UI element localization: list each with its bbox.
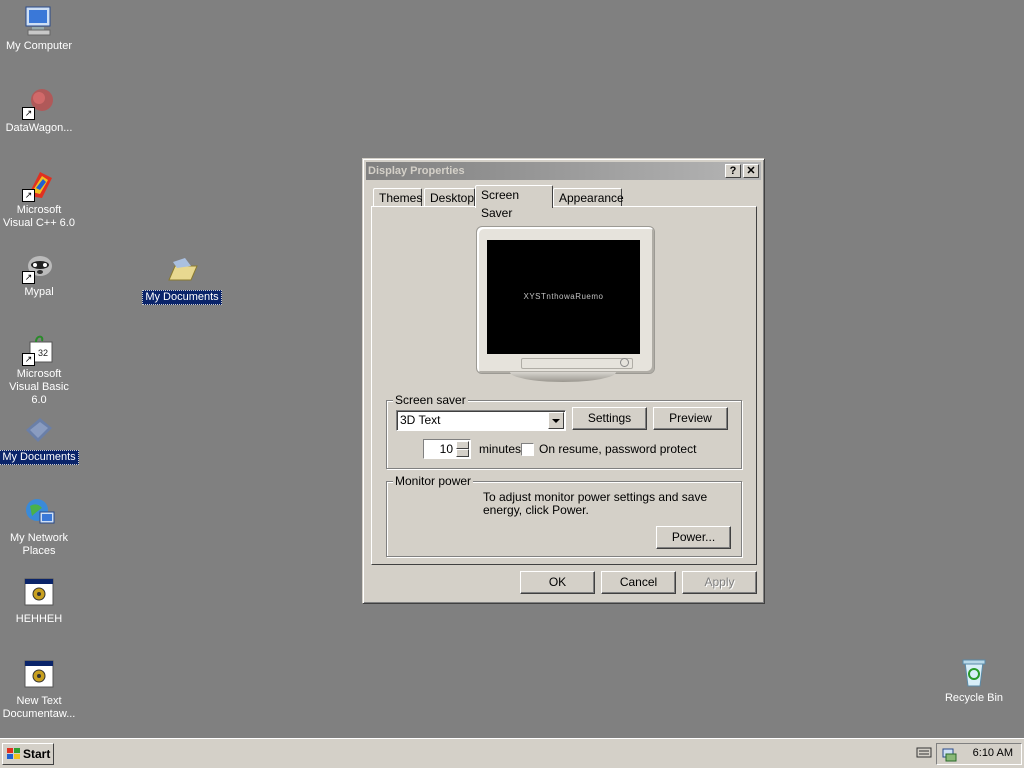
computer-icon [22, 4, 56, 38]
taskbar: Start 6:10 AM [0, 738, 1024, 768]
tab-themes[interactable]: Themes [373, 188, 422, 207]
spin-up-icon[interactable] [456, 441, 469, 449]
preview-button[interactable]: Preview [653, 407, 728, 430]
desktop-icon-label: HEHHEH [15, 613, 63, 625]
svg-text:32: 32 [38, 348, 48, 358]
wait-minutes-stepper[interactable]: 10 [423, 439, 471, 459]
screen-saver-select[interactable]: 3D Text [396, 410, 566, 431]
network-icon [22, 496, 56, 530]
settings-button[interactable]: Settings [572, 407, 647, 430]
minutes-label: minutes [479, 442, 522, 456]
tab-screen-saver[interactable]: Screen Saver [475, 185, 553, 220]
monitor-power-text: To adjust monitor power settings and sav… [483, 490, 708, 517]
shortcut-arrow-icon: ↗ [22, 107, 35, 120]
cancel-button[interactable]: Cancel [601, 571, 676, 594]
desktop-icon-my-computer[interactable]: My Computer [0, 4, 79, 53]
system-tray: 6:10 AM [936, 743, 1022, 765]
keyboard-icon[interactable] [916, 746, 932, 758]
desktop-icon-my-documents[interactable]: My Documents [0, 414, 79, 465]
desktop-icon-label: Mypal [24, 286, 54, 298]
monitor-power-group-label: Monitor power [393, 474, 474, 488]
window-title: Display Properties [368, 165, 465, 177]
desktop-icon-my-network-places[interactable]: My Network Places [0, 496, 79, 558]
text-document-icon [22, 659, 56, 693]
help-button[interactable]: ? [725, 164, 741, 178]
desktop-icon-label: My Documents [142, 290, 222, 305]
shortcut-arrow-icon: ↗ [22, 189, 35, 202]
clock[interactable]: 6:10 AM [973, 747, 1013, 759]
desktop-icon-label: DataWagon... [5, 122, 73, 134]
network-tray-icon[interactable] [941, 746, 957, 762]
documents-icon [22, 414, 56, 448]
start-label: Start [23, 747, 51, 761]
shortcut-arrow-icon: ↗ [22, 353, 35, 366]
dropdown-arrow-icon[interactable] [548, 412, 564, 429]
desktop-icon-mypal[interactable]: ↗ Mypal [0, 250, 79, 299]
apply-button[interactable]: Apply [682, 571, 757, 594]
screen-saver-value: 3D Text [400, 413, 441, 427]
shortcut-arrow-icon: ↗ [22, 271, 35, 284]
desktop-icon-label: My Computer [5, 40, 73, 52]
windows-logo-icon [7, 748, 20, 759]
mypal-icon: ↗ [22, 250, 56, 284]
desktop-icon-visual-cpp[interactable]: ↗ Microsoft Visual C++ 6.0 [0, 168, 79, 230]
desktop-icon-visual-basic[interactable]: 32 ↗ Microsoft Visual Basic 6.0 [0, 332, 79, 407]
text-document-icon [22, 577, 56, 611]
desktop-icon-datawagon[interactable]: ↗ DataWagon... [0, 86, 79, 135]
password-protect-checkbox[interactable] [521, 443, 534, 456]
tab-appearance[interactable]: Appearance [553, 188, 624, 207]
desktop-icon-label: My Network Places [9, 532, 69, 557]
desktop-icon-new-text-document[interactable]: New Text Documentaw... [0, 659, 79, 721]
power-button[interactable]: Power... [656, 526, 731, 549]
desktop-icon-label: Recycle Bin [944, 692, 1004, 704]
start-button[interactable]: Start [2, 743, 54, 765]
monitor-bezel-bottom [521, 358, 633, 369]
close-button[interactable]: ✕ [743, 164, 759, 178]
password-protect-label: On resume, password protect [539, 442, 697, 456]
ok-button[interactable]: OK [520, 571, 595, 594]
power-led-icon [620, 358, 629, 367]
visual-cpp-icon: ↗ [22, 168, 56, 202]
desktop-icon-my-documents-folder[interactable]: My Documents [142, 254, 222, 305]
tab-desktop[interactable]: Desktop [424, 188, 475, 207]
wait-minutes-value: 10 [439, 442, 453, 456]
title-bar[interactable]: Display Properties ? ✕ [366, 162, 761, 180]
desktop-icon-label: Microsoft Visual C++ 6.0 [3, 204, 75, 229]
folder-icon [165, 254, 199, 288]
desktop-icon-label: My Documents [0, 450, 79, 465]
visual-basic-icon: 32 ↗ [22, 332, 56, 366]
desktop-icon-label: Microsoft Visual Basic 6.0 [9, 368, 69, 406]
recycle-bin-icon [957, 656, 991, 690]
datawagon-icon: ↗ [22, 86, 56, 120]
desktop-icon-recycle-bin[interactable]: Recycle Bin [934, 656, 1014, 705]
desktop-icon-label: New Text Documentaw... [2, 695, 76, 720]
screen-saver-group-label: Screen saver [393, 393, 468, 407]
desktop-icon-hehheh[interactable]: HEHHEH [0, 577, 79, 626]
preview-text: XYSTnthowaRuemo [523, 292, 604, 301]
spin-down-icon[interactable] [456, 449, 469, 457]
preview-screen: XYSTnthowaRuemo [487, 240, 640, 354]
